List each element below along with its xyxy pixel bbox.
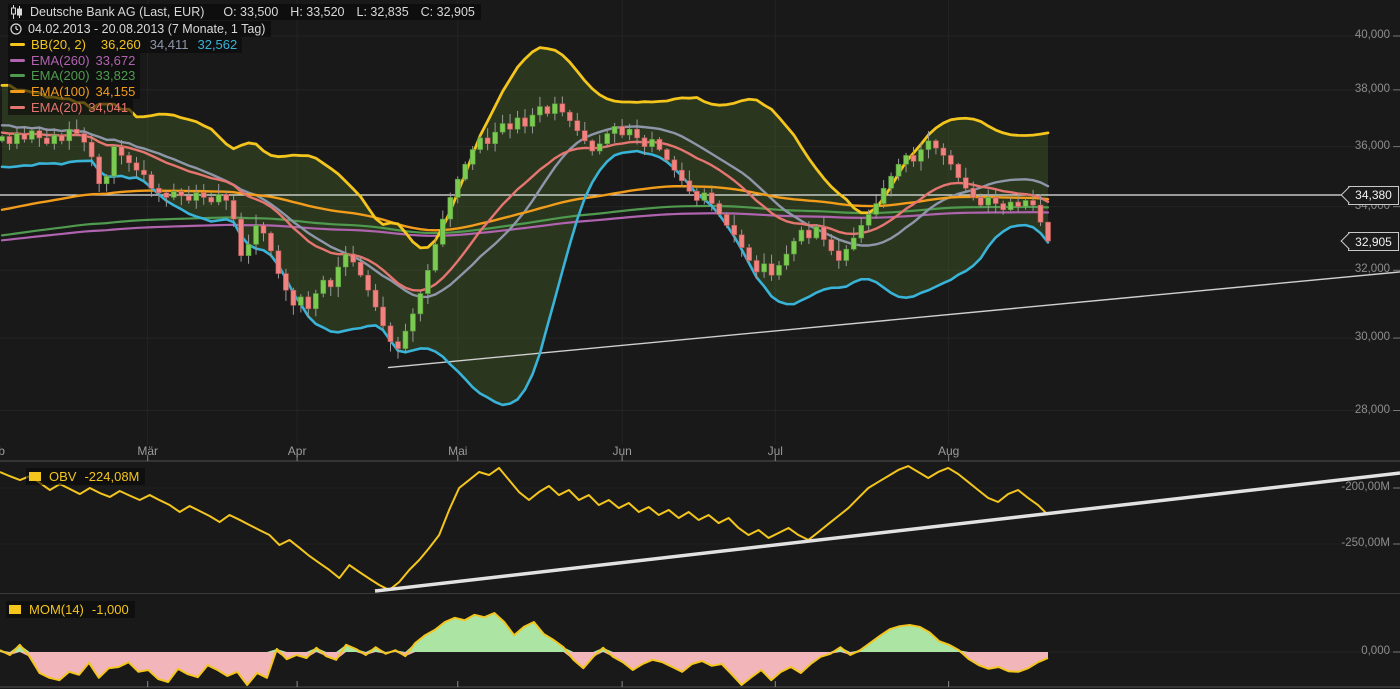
price-axis-ticks (1393, 36, 1400, 652)
low-value: L: 32,835 (357, 5, 409, 19)
obv-line (0, 466, 1048, 590)
obv-trendline (375, 473, 1400, 591)
ema260-value: 33,672 (96, 53, 136, 68)
legend-item-ema20[interactable]: EMA(20) 34,041 (8, 99, 133, 115)
ema100-swatch-icon (10, 90, 25, 93)
month-label: Mai (448, 444, 467, 458)
bb-swatch-icon (10, 43, 25, 46)
mom-area (0, 613, 1048, 685)
instrument-header: Deutsche Bank AG (Last, EUR) O: 33,500 H:… (8, 4, 481, 20)
candlestick-icon (10, 5, 23, 19)
bb-lower-value: 32,562 (197, 37, 237, 52)
legend-item-ema260[interactable]: EMA(260) 33,672 (8, 53, 140, 69)
ema200-swatch-icon (10, 74, 25, 77)
ohlc-values: O: 33,500 H: 33,520 L: 32,835 C: 32,905 (211, 5, 474, 19)
mom-value: -1,000 (92, 602, 129, 617)
ema20-value: 34,041 (88, 100, 128, 115)
month-label: Feb (0, 444, 5, 458)
bb-upper-value: 36,260 (101, 37, 141, 52)
mom-legend[interactable]: MOM(14) -1,000 (6, 601, 135, 618)
ema100-value: 34,155 (96, 84, 136, 99)
instrument-title: Deutsche Bank AG (Last, EUR) (30, 5, 204, 19)
obv-value: -224,08M (84, 469, 139, 484)
ema260-swatch-icon (10, 59, 25, 62)
mom-label: MOM(14) (29, 602, 84, 617)
obv-legend[interactable]: OBV -224,08M (26, 468, 145, 485)
ema20-label: EMA(20) (31, 100, 82, 115)
last-price-badge: 32,905 (1348, 232, 1399, 251)
ema20-swatch-icon (10, 106, 25, 109)
ema260-label: EMA(260) (31, 53, 90, 68)
month-label: Aug (938, 444, 959, 458)
month-label: Apr (288, 444, 307, 458)
obv-swatch-icon (29, 472, 41, 481)
month-label: Jul (768, 444, 783, 458)
period-label: 04.02.2013 - 20.08.2013 (7 Monate, 1 Tag… (28, 22, 265, 36)
ema100-label: EMA(100) (31, 84, 90, 99)
clock-icon (10, 23, 22, 35)
ema200-value: 33,823 (96, 68, 136, 83)
obv-label: OBV (49, 469, 76, 484)
mom-swatch-icon (9, 605, 21, 614)
close-value: C: 32,905 (421, 5, 475, 19)
high-value: H: 33,520 (290, 5, 344, 19)
price-marker-badge: 34,380 (1348, 186, 1399, 205)
indicator-legend: BB(20, 2) 36,260 34,411 32,562 EMA(260) 33… (8, 37, 242, 115)
open-value: O: 33,500 (223, 5, 278, 19)
bb-label: BB(20, 2) (31, 37, 86, 52)
ema200-label: EMA(200) (31, 68, 90, 83)
month-label: Jun (612, 444, 631, 458)
bb-middle-value: 34,411 (150, 37, 189, 52)
legend-item-ema200[interactable]: EMA(200) 33,823 (8, 68, 140, 84)
chart-window: Deutsche Bank AG (Last, EUR) O: 33,500 H:… (0, 0, 1400, 689)
month-label: Mär (137, 444, 158, 458)
legend-item-ema100[interactable]: EMA(100) 34,155 (8, 84, 140, 100)
period-row: 04.02.2013 - 20.08.2013 (7 Monate, 1 Tag… (8, 21, 271, 37)
legend-item-bb[interactable]: BB(20, 2) 36,260 34,411 32,562 (8, 37, 242, 53)
